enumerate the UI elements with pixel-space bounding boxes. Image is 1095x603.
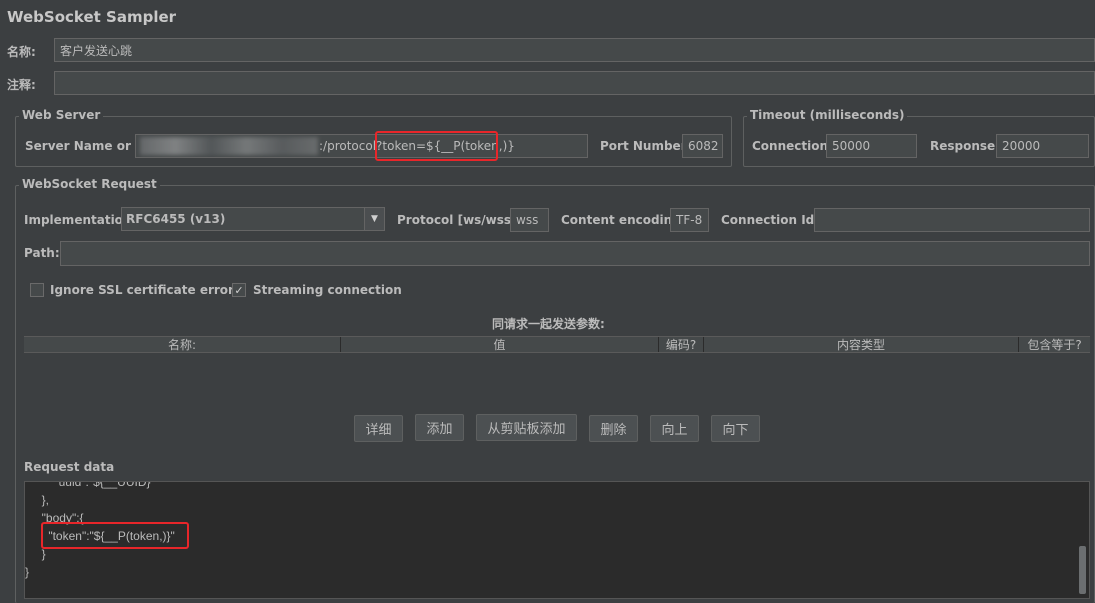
streaming-checkbox[interactable]: ✓: [232, 283, 246, 297]
name-label: 名称:: [7, 45, 36, 59]
code-line: }: [25, 565, 30, 579]
response-timeout-field[interactable]: 20000: [996, 134, 1089, 158]
sampler-title: WebSocket Sampler: [7, 8, 177, 26]
request-data-label: Request data: [24, 460, 115, 474]
implementation-select[interactable]: RFC6455 (v13) ▼: [121, 207, 385, 231]
port-field[interactable]: 6082: [682, 134, 723, 158]
params-table-header: 名称: 值 编码? 内容类型 包含等于?: [24, 336, 1090, 353]
implementation-value: RFC6455 (v13): [126, 212, 226, 226]
connection-id-label: Connection Id:: [721, 213, 820, 227]
delete-button[interactable]: 删除: [589, 415, 638, 442]
add-button[interactable]: 添加: [415, 414, 464, 441]
path-label: Path:: [24, 246, 60, 260]
streaming-label: Streaming connection: [253, 283, 402, 297]
name-field[interactable]: 客户发送心跳: [54, 38, 1095, 62]
params-caption: 同请求一起发送参数:: [492, 317, 605, 331]
implementation-label: Implementation:: [24, 213, 137, 227]
comment-field[interactable]: [54, 71, 1095, 95]
web-server-legend: Web Server: [19, 108, 104, 122]
ignore-ssl-label: Ignore SSL certificate errors: [50, 283, 242, 297]
path-field[interactable]: [60, 241, 1090, 266]
editor-scrollbar-thumb[interactable]: [1079, 546, 1086, 594]
move-down-button[interactable]: 向下: [711, 415, 760, 442]
move-up-button[interactable]: 向上: [650, 415, 699, 442]
code-line: }: [35, 547, 46, 561]
highlight-box-token: [41, 522, 189, 549]
server-name-field[interactable]: :/protocol?token=${__P(token,)}: [135, 134, 588, 158]
encoding-label: Content encoding:: [561, 213, 686, 227]
server-name-label: Server Name or IP:: [25, 139, 154, 153]
params-table-body[interactable]: [24, 353, 1090, 405]
encoding-field[interactable]: TF-8: [670, 208, 709, 232]
timeout-legend: Timeout (milliseconds): [747, 108, 908, 122]
col-header-encode[interactable]: 编码?: [659, 337, 704, 352]
redacted-host: [140, 137, 318, 155]
chevron-down-icon[interactable]: ▼: [364, 208, 384, 230]
port-label: Port Number:: [600, 139, 692, 153]
ignore-ssl-checkbox[interactable]: [30, 283, 44, 297]
checkmark-icon: ✓: [234, 283, 244, 297]
add-from-clipboard-button[interactable]: 从剪贴板添加: [476, 414, 577, 441]
detail-button[interactable]: 详细: [354, 415, 403, 442]
connection-timeout-label: Connection:: [752, 139, 833, 153]
code-line: },: [35, 493, 50, 507]
protocol-field[interactable]: wss: [510, 208, 549, 232]
col-header-include-equals[interactable]: 包含等于?: [1019, 337, 1090, 352]
response-timeout-label: Response:: [930, 139, 1000, 153]
highlight-box-server: [375, 131, 498, 161]
websocket-request-legend: WebSocket Request: [19, 177, 160, 191]
col-header-value[interactable]: 值: [341, 337, 659, 352]
code-line-partial: "uuid":"${__UUID}": [41, 481, 155, 489]
connection-id-field[interactable]: [814, 208, 1090, 232]
comment-label: 注释:: [7, 78, 36, 92]
col-header-content-type[interactable]: 内容类型: [704, 337, 1019, 352]
protocol-label: Protocol [ws/wss]:: [397, 213, 522, 227]
connection-timeout-field[interactable]: 50000: [826, 134, 917, 158]
col-header-name[interactable]: 名称:: [24, 337, 341, 352]
